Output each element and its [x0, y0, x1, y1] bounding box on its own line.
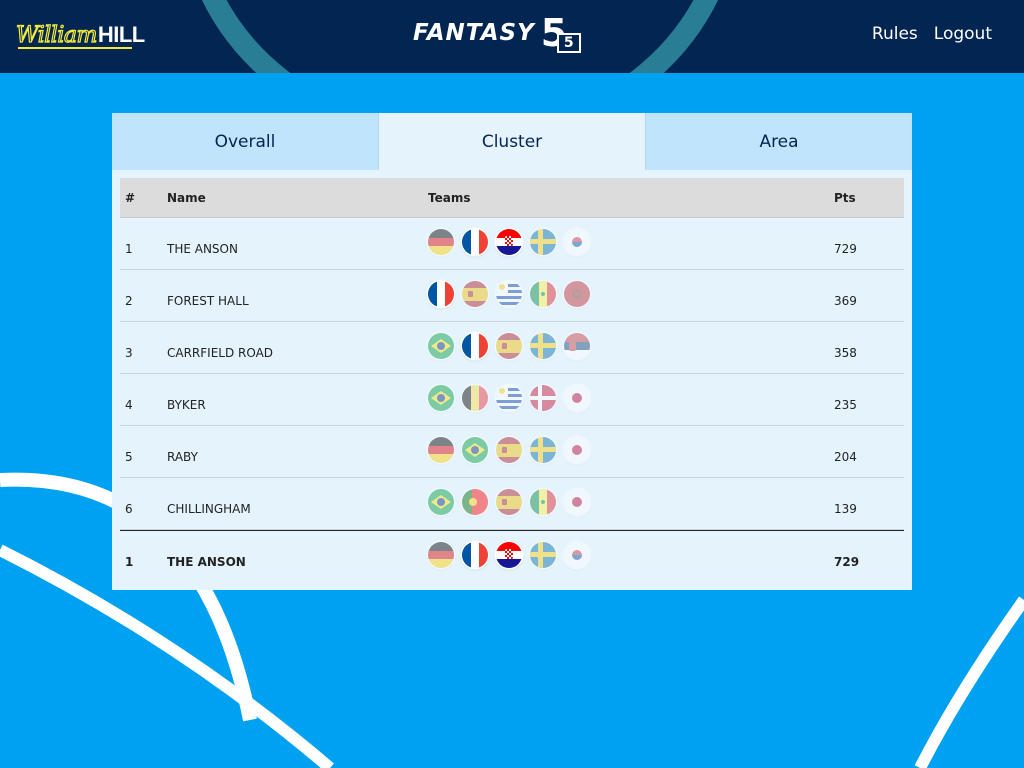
column-header-rank: # [125, 190, 136, 205]
spain-flag-icon [462, 281, 488, 307]
leaderboard-panel: Overall Cluster Area # Name Teams Pts 1 T… [112, 113, 912, 590]
uruguay-flag-icon [496, 281, 522, 307]
row-rank: 6 [125, 501, 133, 516]
logo-bold-text: HILL [97, 22, 145, 47]
belgium-flag-icon [462, 385, 488, 411]
spain-flag-icon [496, 437, 522, 463]
logout-link[interactable]: Logout [934, 24, 992, 44]
sweden-flag-icon [530, 437, 556, 463]
leaderboard-table: # Name Teams Pts 1 THE ANSON 729 2 FOREST HA… [120, 178, 904, 582]
row-points: 729 [834, 241, 857, 256]
current-team-row[interactable]: 1 THE ANSON 729 [120, 530, 904, 582]
spain-flag-icon [496, 489, 522, 515]
table-row[interactable]: 4 BYKER 235 [120, 374, 904, 426]
row-team-name: FOREST HALL [167, 293, 249, 308]
france-flag-icon [428, 281, 454, 307]
croatia-flag-icon [496, 229, 522, 255]
row-teams [428, 542, 834, 568]
fantasy-logo-number: 5 5 [539, 13, 591, 57]
senegal-flag-icon [530, 489, 556, 515]
rules-link[interactable]: Rules [872, 24, 918, 44]
logo-underline [18, 47, 132, 49]
row-team-name: THE ANSON [167, 554, 246, 569]
row-teams [428, 229, 834, 255]
row-teams [428, 333, 834, 359]
column-header-name: Name [167, 190, 206, 205]
brazil-flag-icon [428, 333, 454, 359]
table-row[interactable]: 3 CARRFIELD ROAD 358 [120, 322, 904, 374]
sweden-flag-icon [530, 542, 556, 568]
row-rank: 2 [125, 293, 133, 308]
logo-script-text: William [15, 22, 98, 48]
germany-flag-icon [428, 437, 454, 463]
row-points: 204 [834, 449, 857, 464]
row-rank: 3 [125, 345, 133, 360]
column-header-teams: Teams [428, 190, 471, 205]
row-team-name: THE ANSON [167, 241, 238, 256]
row-rank: 4 [125, 397, 133, 412]
row-points: 729 [834, 554, 860, 569]
germany-flag-icon [428, 542, 454, 568]
croatia-flag-icon [496, 542, 522, 568]
row-rank: 5 [125, 449, 133, 464]
south-korea-flag-icon [564, 542, 590, 568]
row-team-name: BYKER [167, 397, 206, 412]
top-bar: William HILL FANTASY 5 5 Rules Logout [0, 0, 1024, 73]
brazil-flag-icon [462, 437, 488, 463]
fantasy5s-logo[interactable]: FANTASY 5 5 [413, 13, 591, 57]
row-teams [428, 437, 834, 463]
row-teams [428, 489, 834, 515]
brazil-flag-icon [428, 489, 454, 515]
row-points: 358 [834, 345, 857, 360]
row-team-name: CHILLINGHAM [167, 501, 251, 516]
table-row[interactable]: 2 FOREST HALL 369 [120, 270, 904, 322]
row-points: 235 [834, 397, 857, 412]
morocco-flag-icon [564, 281, 590, 307]
tab-area[interactable]: Area [646, 113, 912, 170]
brazil-flag-icon [428, 385, 454, 411]
germany-flag-icon [428, 229, 454, 255]
table-header: # Name Teams Pts [120, 178, 904, 218]
table-row[interactable]: 6 CHILLINGHAM 139 [120, 478, 904, 530]
row-team-name: RABY [167, 449, 198, 464]
row-team-name: CARRFIELD ROAD [167, 345, 274, 360]
france-flag-icon [462, 333, 488, 359]
serbia-flag-icon [564, 333, 590, 359]
senegal-flag-icon [530, 281, 556, 307]
row-points: 139 [834, 501, 857, 516]
spain-flag-icon [496, 333, 522, 359]
sweden-flag-icon [530, 333, 556, 359]
denmark-flag-icon [530, 385, 556, 411]
sweden-flag-icon [530, 229, 556, 255]
japan-flag-icon [564, 489, 590, 515]
table-row[interactable]: 1 THE ANSON 729 [120, 218, 904, 270]
row-teams [428, 385, 834, 411]
tab-overall[interactable]: Overall [112, 113, 378, 170]
row-rank: 1 [125, 241, 133, 256]
south-korea-flag-icon [564, 229, 590, 255]
table-row[interactable]: 5 RABY 204 [120, 426, 904, 478]
portugal-flag-icon [462, 489, 488, 515]
row-rank: 1 [125, 554, 134, 569]
japan-flag-icon [564, 385, 590, 411]
column-header-pts: Pts [834, 190, 856, 205]
row-teams [428, 281, 834, 307]
header-nav: Rules Logout [872, 24, 992, 44]
table-body: 1 THE ANSON 729 2 FOREST HALL 369 3 CARRFIELD R… [120, 218, 904, 582]
uruguay-flag-icon [496, 385, 522, 411]
row-points: 369 [834, 293, 857, 308]
tab-cluster[interactable]: Cluster [378, 113, 646, 170]
logo-number-small: 5 [556, 33, 581, 53]
fantasy-logo-text: FANTASY [413, 20, 535, 46]
france-flag-icon [462, 229, 488, 255]
japan-flag-icon [564, 437, 590, 463]
leaderboard-tabs: Overall Cluster Area [112, 113, 912, 170]
france-flag-icon [462, 542, 488, 568]
